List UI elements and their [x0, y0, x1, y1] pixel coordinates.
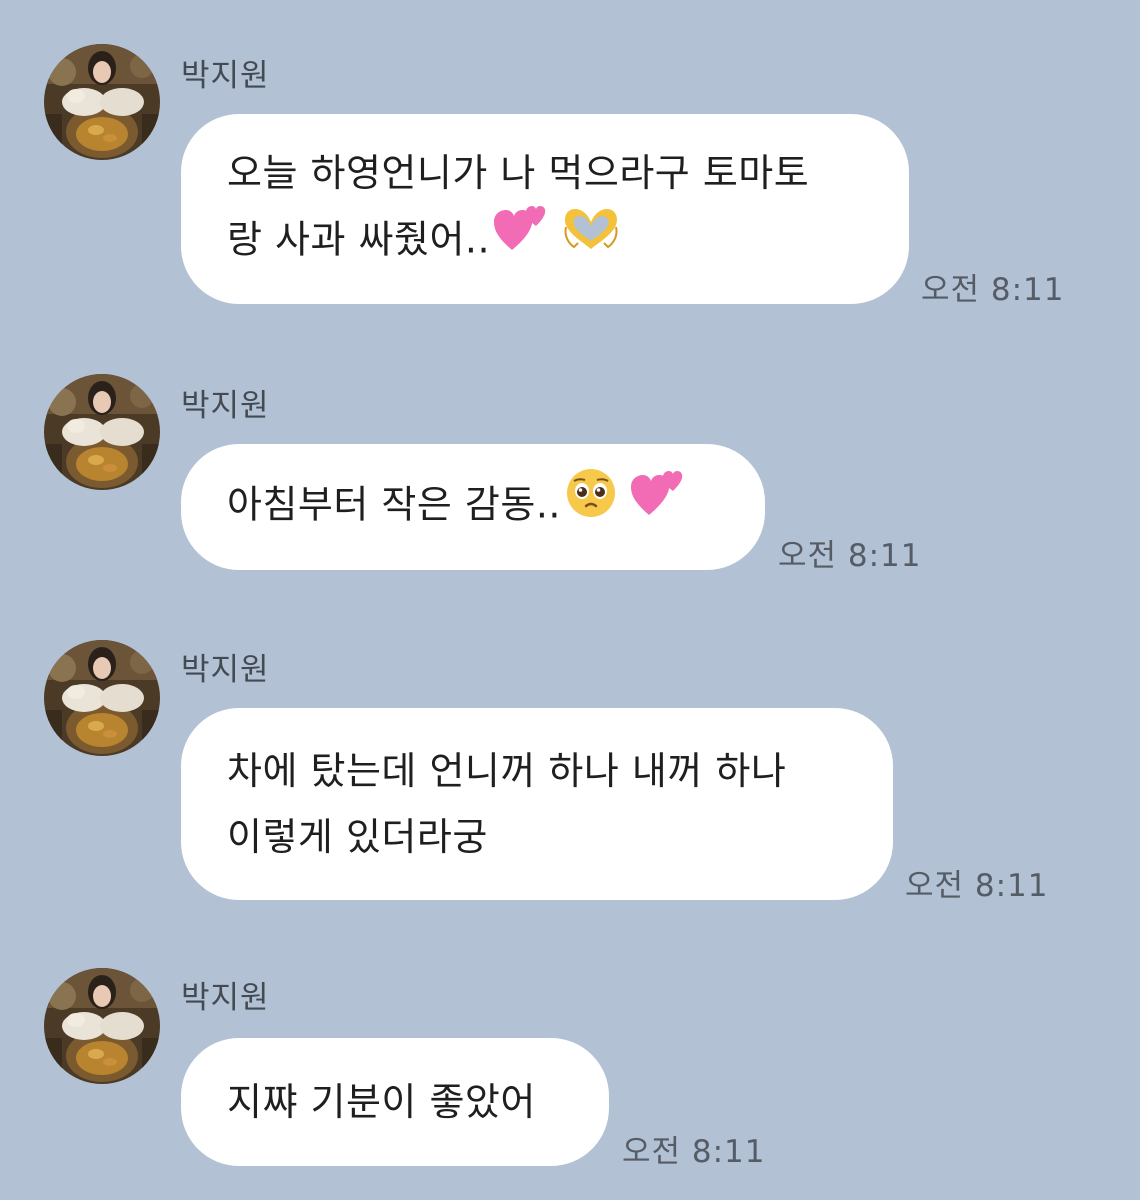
message-line: 아침부터 작은 감동..	[227, 482, 561, 527]
avatar[interactable]	[44, 374, 160, 490]
sender-name: 박지원	[181, 652, 270, 688]
message-line-with-emoji: 아침부터 작은 감동..	[227, 469, 719, 543]
chat-view: 박지원 오늘 하영언니가 나 먹으라구 토마토 랑 사과 싸줬어.. 오전 8:…	[0, 0, 1140, 1200]
two-hearts-icon	[494, 202, 550, 274]
message-time: 오전 8:11	[622, 1134, 766, 1170]
heart-hands-icon	[562, 205, 620, 271]
message-line: 지쨔 기분이 좋았어	[227, 1080, 536, 1124]
message-time: 오전 8:11	[921, 272, 1065, 308]
message-line: 차에 탔는데 언니꺼 하나 내꺼 하나	[227, 749, 787, 793]
pleading-face-icon	[565, 467, 617, 539]
message-bubble[interactable]: 차에 탔는데 언니꺼 하나 내꺼 하나 이렇게 있더라궁	[181, 708, 893, 900]
message-line-with-emoji: 랑 사과 싸줬어..	[227, 206, 863, 278]
avatar[interactable]	[44, 44, 160, 160]
message-line: 이렇게 있더라궁	[227, 815, 488, 859]
sender-name: 박지원	[181, 388, 270, 424]
message-line: 랑 사과 싸줬어..	[227, 217, 491, 262]
message-bubble[interactable]: 지쨔 기분이 좋았어	[181, 1038, 609, 1166]
message-bubble[interactable]: 오늘 하영언니가 나 먹으라구 토마토 랑 사과 싸줬어..	[181, 114, 909, 304]
avatar[interactable]	[44, 968, 160, 1084]
two-hearts-icon	[631, 467, 687, 539]
sender-name: 박지원	[181, 58, 270, 94]
avatar[interactable]	[44, 640, 160, 756]
message-time: 오전 8:11	[778, 538, 922, 574]
sender-name: 박지원	[181, 980, 270, 1016]
message-time: 오전 8:11	[905, 868, 1049, 904]
message-bubble[interactable]: 아침부터 작은 감동..	[181, 444, 765, 570]
message-line: 오늘 하영언니가 나 먹으라구 토마토	[227, 151, 810, 195]
